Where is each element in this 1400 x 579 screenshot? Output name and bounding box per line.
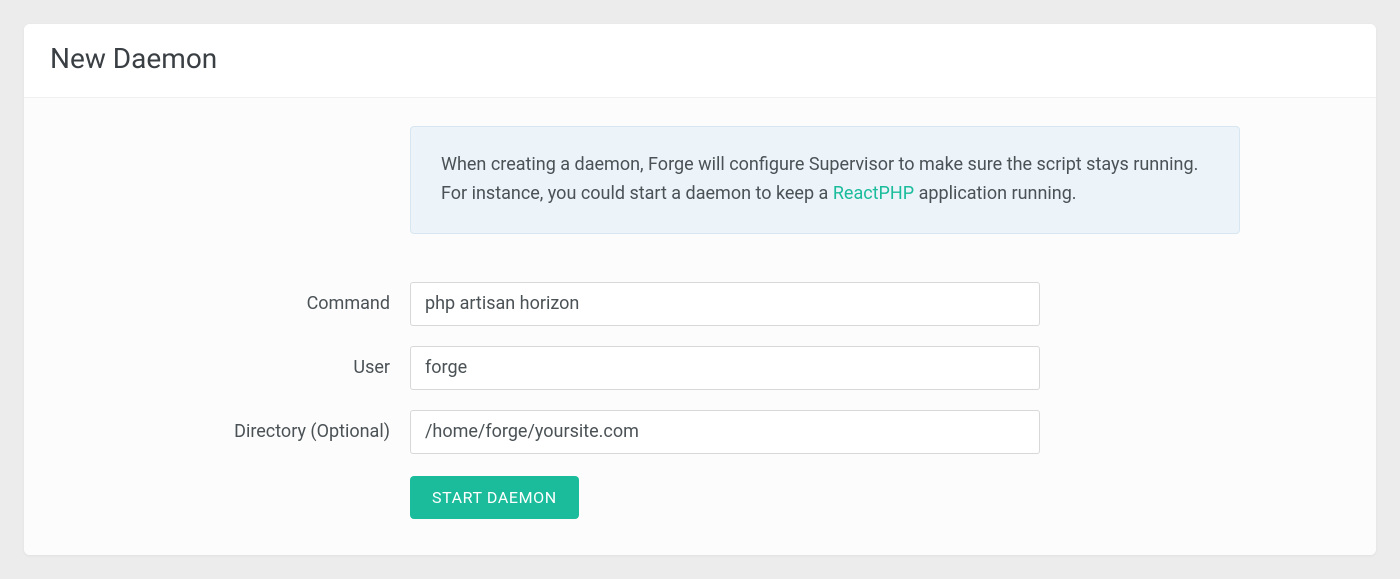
form-row-directory: Directory (Optional) xyxy=(50,410,1350,454)
info-text-before: When creating a daemon, Forge will confi… xyxy=(441,154,1198,204)
new-daemon-panel: New Daemon When creating a daemon, Forge… xyxy=(24,24,1376,555)
button-row: START DAEMON xyxy=(410,476,1350,519)
user-label: User xyxy=(50,357,410,378)
form-row-user: User xyxy=(50,346,1350,390)
daemon-form: Command User Directory (Optional) START … xyxy=(50,282,1350,519)
panel-body: When creating a daemon, Forge will confi… xyxy=(24,98,1376,555)
form-row-command: Command xyxy=(50,282,1350,326)
info-text-after: application running. xyxy=(914,183,1076,204)
panel-header: New Daemon xyxy=(24,24,1376,98)
page-title: New Daemon xyxy=(50,42,1350,75)
command-input[interactable] xyxy=(410,282,1040,326)
directory-label: Directory (Optional) xyxy=(50,421,410,442)
directory-input[interactable] xyxy=(410,410,1040,454)
user-input[interactable] xyxy=(410,346,1040,390)
start-daemon-button[interactable]: START DAEMON xyxy=(410,476,579,519)
info-alert: When creating a daemon, Forge will confi… xyxy=(410,126,1240,234)
command-label: Command xyxy=(50,293,410,314)
reactphp-link[interactable]: ReactPHP xyxy=(833,183,914,204)
